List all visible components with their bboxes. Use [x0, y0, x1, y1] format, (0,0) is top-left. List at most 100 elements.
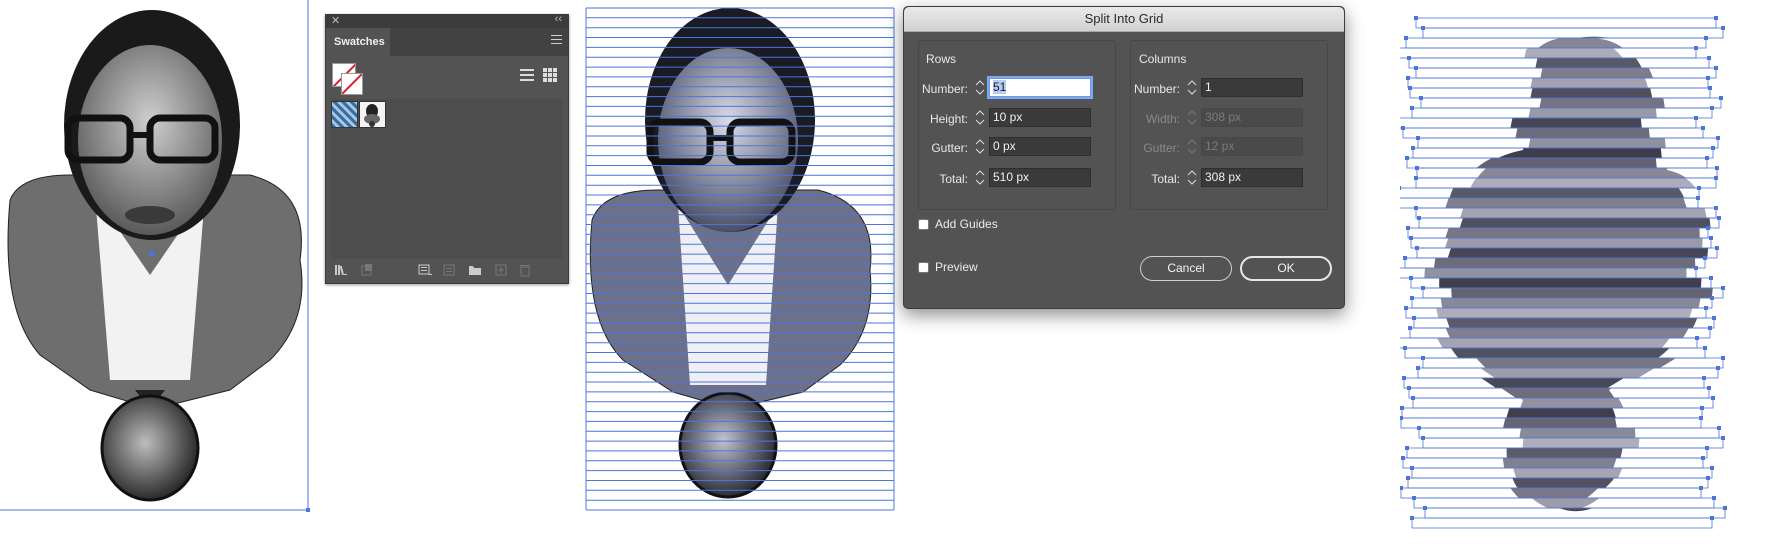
preview-checkbox[interactable]	[918, 262, 929, 273]
grid-slice[interactable]	[1404, 496, 1740, 509]
rows-gutter-input[interactable]: 0 px	[989, 137, 1091, 156]
portrait-image	[0, 0, 310, 512]
swatch-list	[331, 99, 563, 259]
grid-slice[interactable]	[1400, 476, 1738, 489]
grid-slice[interactable]	[1402, 466, 1740, 479]
split-into-grid-dialog[interactable]: Split Into Grid Rows Number: 51 Height: …	[903, 6, 1345, 309]
swatch-options-icon[interactable]	[442, 263, 456, 277]
grid-slice[interactable]	[1400, 56, 1739, 69]
grid-slice[interactable]	[1400, 226, 1738, 239]
grid-slice[interactable]	[1403, 146, 1740, 159]
grid-slice[interactable]	[1406, 206, 1740, 219]
grid-slice[interactable]	[1406, 16, 1740, 29]
swatches-panel[interactable]: ✕ ‹‹ Swatches	[325, 13, 569, 284]
grid-slice[interactable]	[1400, 196, 1728, 209]
cancel-button[interactable]: Cancel	[1140, 256, 1232, 281]
grid-slice[interactable]	[1400, 416, 1731, 429]
grid-slice[interactable]	[1400, 456, 1733, 469]
rows-total-stepper[interactable]	[973, 168, 987, 187]
grid-slice[interactable]	[1400, 336, 1727, 349]
grid-slice[interactable]	[1400, 306, 1736, 319]
grid-slice[interactable]	[1401, 236, 1740, 249]
panel-tab-row: Swatches	[326, 28, 568, 56]
grid-slice[interactable]	[1400, 116, 1726, 129]
grid-slice[interactable]	[1400, 126, 1733, 139]
grid-slice[interactable]	[1400, 46, 1726, 59]
grid-slice[interactable]	[1406, 66, 1740, 79]
grid-slice[interactable]	[1400, 346, 1735, 359]
grid-slice[interactable]	[1408, 366, 1740, 379]
grid-slice[interactable]	[1409, 216, 1740, 229]
preview-label[interactable]: Preview	[935, 260, 978, 274]
double-chevron-icon[interactable]: ‹‹	[555, 13, 562, 25]
grid-slice[interactable]	[1400, 156, 1737, 169]
add-guides-label[interactable]: Add Guides	[935, 217, 998, 231]
grid-slice[interactable]	[1400, 406, 1732, 419]
columns-gutter-label: Gutter:	[1143, 141, 1180, 155]
grid-slice[interactable]	[1400, 86, 1740, 99]
portrait-slices	[1400, 16, 1740, 529]
grid-slice[interactable]	[1400, 376, 1734, 389]
swatch-libraries-icon[interactable]	[334, 263, 348, 277]
grid-slice[interactable]	[1402, 516, 1740, 529]
grid-slice[interactable]	[1400, 446, 1737, 459]
grid-slice[interactable]	[1407, 166, 1740, 179]
close-icon[interactable]: ✕	[331, 14, 340, 27]
show-kinds-icon[interactable]	[418, 263, 432, 277]
panel-menu-icon[interactable]	[551, 35, 562, 45]
portrait-artwork-gridded[interactable]	[578, 0, 898, 520]
grid-slice[interactable]	[1400, 186, 1729, 199]
grid-slice[interactable]	[1402, 106, 1740, 119]
rows-total-input[interactable]: 510 px	[989, 168, 1091, 187]
grid-slice[interactable]	[1406, 176, 1740, 189]
grid-slice[interactable]	[1402, 296, 1740, 309]
rows-gutter-label: Gutter:	[931, 141, 968, 155]
list-view-icon[interactable]	[519, 67, 535, 83]
grid-slice[interactable]	[1415, 506, 1740, 519]
grid-slice[interactable]	[1409, 426, 1740, 439]
rows-gutter-stepper[interactable]	[973, 137, 987, 156]
grid-view-icon[interactable]	[542, 67, 558, 83]
grid-slice[interactable]	[1413, 286, 1740, 299]
stroke-none-swatch[interactable]	[341, 73, 363, 95]
place-swatch-icon[interactable]	[360, 263, 374, 277]
tab-swatches[interactable]: Swatches	[326, 28, 390, 56]
grid-slice[interactable]	[1400, 266, 1726, 279]
grid-slice[interactable]	[1401, 276, 1740, 289]
grid-slice[interactable]	[1411, 96, 1740, 109]
grid-slice[interactable]	[1400, 486, 1731, 499]
columns-total-input[interactable]: 308 px	[1201, 168, 1303, 187]
grid-slice[interactable]	[1400, 76, 1738, 89]
portrait-pattern-swatch[interactable]	[359, 101, 386, 128]
grid-slice[interactable]	[1413, 436, 1740, 449]
grid-slice[interactable]	[1400, 256, 1735, 269]
grid-slice[interactable]	[1407, 246, 1740, 259]
ok-button[interactable]: OK	[1240, 256, 1332, 281]
grid-slice[interactable]	[1408, 136, 1740, 149]
grid-slice[interactable]	[1404, 316, 1740, 329]
portrait-artwork-original[interactable]	[0, 0, 320, 520]
new-group-icon[interactable]	[468, 263, 482, 277]
columns-total-label: Total:	[1151, 172, 1180, 186]
grid-slice[interactable]	[1400, 386, 1739, 399]
blue-pattern-swatch[interactable]	[331, 101, 358, 128]
panel-titlebar[interactable]: ✕ ‹‹	[326, 13, 568, 28]
grid-slice[interactable]	[1413, 26, 1740, 39]
grid-slice[interactable]	[1413, 356, 1740, 369]
rows-number-input[interactable]: 51	[989, 78, 1091, 97]
grid-slice[interactable]	[1400, 36, 1736, 49]
grid-slice[interactable]	[1403, 396, 1740, 409]
columns-number-stepper[interactable]	[1185, 78, 1199, 97]
columns-width-input: 308 px	[1201, 108, 1303, 127]
grid-slice[interactable]	[1400, 326, 1740, 339]
delete-swatch-icon[interactable]	[518, 263, 532, 277]
add-guides-checkbox[interactable]	[918, 219, 929, 230]
columns-number-input[interactable]: 1	[1201, 78, 1303, 97]
columns-total-stepper[interactable]	[1185, 168, 1199, 187]
portrait-artwork-sliced[interactable]	[1400, 10, 1740, 540]
columns-heading: Columns	[1139, 52, 1187, 66]
rows-number-stepper[interactable]	[973, 78, 987, 97]
rows-height-input[interactable]: 10 px	[989, 108, 1091, 127]
rows-height-stepper[interactable]	[973, 108, 987, 127]
new-swatch-icon[interactable]	[494, 263, 508, 277]
